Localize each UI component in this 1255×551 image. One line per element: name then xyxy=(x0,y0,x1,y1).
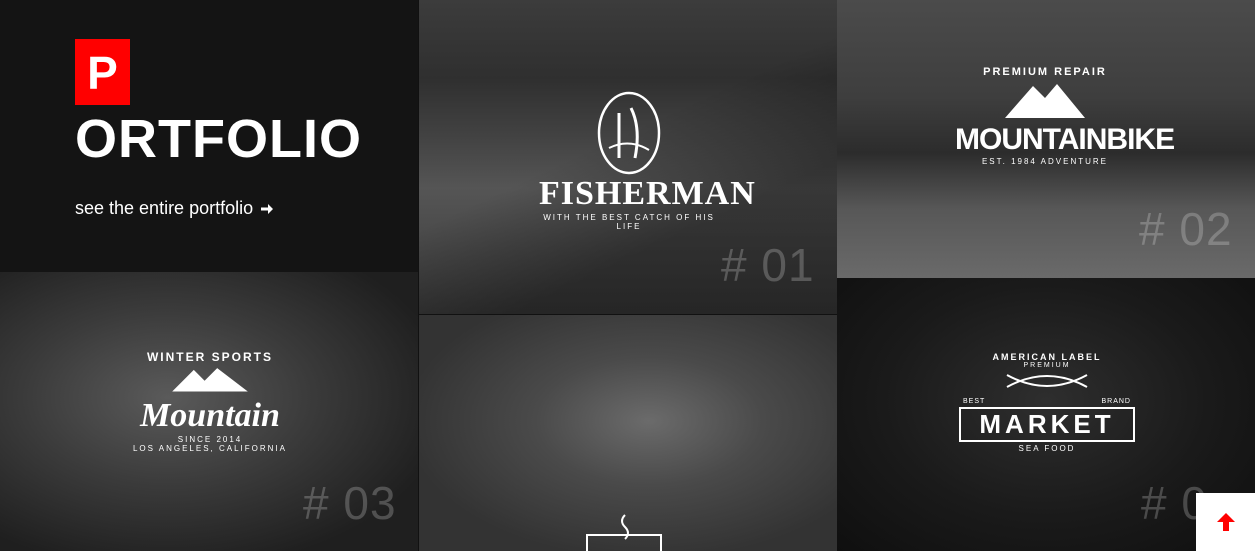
coffee-cup-icon xyxy=(586,514,662,551)
market-logo: AMERICAN LABEL PREMIUM BEST BRAND MARKET… xyxy=(959,352,1135,453)
market-logo-top: AMERICAN LABEL xyxy=(992,352,1102,362)
portfolio-number: # 02 xyxy=(1139,203,1233,255)
arrow-up-icon xyxy=(1216,513,1235,531)
page-title: ORTFOLIO xyxy=(75,109,362,169)
mountainbike-logo-name: MOUNTAINBIKE xyxy=(955,123,1175,156)
fisherman-logo-name: FISHERMAN xyxy=(539,175,756,212)
market-logo-tagline: SEA FOOD xyxy=(1018,444,1076,453)
market-logo-name: MARKET xyxy=(959,407,1135,442)
fisherman-logo: FISHERMAN WITH THE BEST CATCH OF HIS LIF… xyxy=(539,88,756,231)
fisherman-logo-tagline: WITH THE BEST CATCH OF HIS LIFE xyxy=(543,213,715,231)
portfolio-intro: P ORTFOLIO see the entire portfolio xyxy=(0,0,418,272)
portfolio-item-fisherman[interactable]: FISHERMAN WITH THE BEST CATCH OF HIS LIF… xyxy=(419,0,837,314)
mountain-logo-tagline: SINCE 2014 xyxy=(177,435,243,444)
mountain-logo-name: Mountain xyxy=(140,397,280,434)
portfolio-item-mountainbike[interactable]: PREMIUM REPAIR MOUNTAINBIKE EST. 1984 AD… xyxy=(837,0,1255,278)
portfolio-item-mountain[interactable]: WINTER SPORTS Mountain SINCE 2014 LOS AN… xyxy=(0,272,418,551)
mountainbike-logo: PREMIUM REPAIR MOUNTAINBIKE EST. 1984 AD… xyxy=(955,66,1175,166)
portfolio-item-market[interactable]: AMERICAN LABEL PREMIUM BEST BRAND MARKET… xyxy=(837,278,1255,551)
mountain-logo-bottom: LOS ANGELES, CALIFORNIA xyxy=(132,444,288,453)
mountainbike-logo-top: PREMIUM REPAIR xyxy=(983,66,1107,78)
see-entire-portfolio-link[interactable]: see the entire portfolio xyxy=(75,198,275,219)
market-logo-badge: PREMIUM xyxy=(1023,362,1071,369)
portfolio-logo-mark: P xyxy=(75,39,130,105)
market-logo-right: BRAND xyxy=(1101,398,1131,405)
mountain-logo: WINTER SPORTS Mountain SINCE 2014 LOS AN… xyxy=(115,350,305,453)
portfolio-number: # 01 xyxy=(721,239,815,291)
back-to-top-button[interactable] xyxy=(1196,493,1255,551)
portfolio-item-coffee[interactable] xyxy=(419,315,837,551)
fisherman-logo-icon xyxy=(597,91,661,175)
mountain-logo-top: WINTER SPORTS xyxy=(146,350,273,364)
mountain-logo-icon xyxy=(172,368,248,392)
see-entire-portfolio-label: see the entire portfolio xyxy=(75,198,254,218)
market-logo-icon xyxy=(1006,374,1088,388)
portfolio-number: # 03 xyxy=(303,477,397,529)
arrow-right-icon xyxy=(261,203,274,214)
mountainbike-logo-icon xyxy=(1005,84,1085,118)
mountainbike-logo-tagline: EST. 1984 ADVENTURE xyxy=(981,157,1109,166)
market-logo-left: BEST xyxy=(963,398,986,405)
